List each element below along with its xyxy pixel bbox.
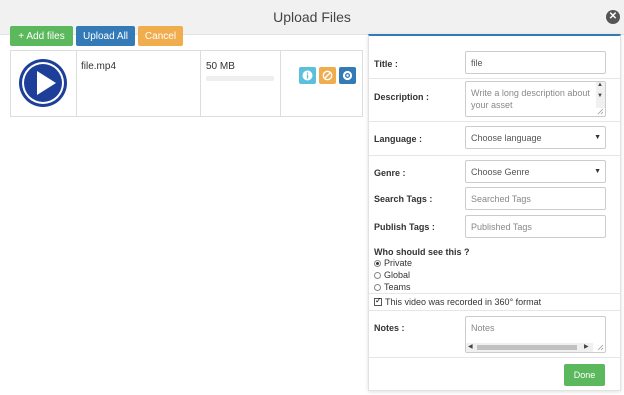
settings-button[interactable] (339, 67, 356, 84)
cancel-button[interactable]: Cancel (138, 26, 183, 46)
title-label: Title : (374, 59, 398, 69)
file-thumbnail (11, 51, 77, 116)
ban-icon (322, 70, 333, 81)
scroll-left-icon[interactable]: ◀ (468, 343, 473, 352)
upload-all-button[interactable]: Upload All (76, 26, 135, 46)
resize-grip-icon[interactable] (597, 108, 604, 115)
close-icon[interactable]: ✕ (606, 10, 620, 24)
visibility-title: Who should see this ? (374, 247, 470, 257)
done-button[interactable]: Done (564, 364, 605, 386)
disable-button[interactable] (319, 67, 336, 84)
notes-label: Notes : (374, 323, 405, 333)
info-icon (302, 70, 313, 81)
file-details-panel: Title : file Description : Write a long … (368, 34, 621, 391)
add-files-button[interactable]: + Add files (10, 26, 73, 46)
divider (369, 310, 620, 311)
file-name: file.mp4 (81, 61, 117, 72)
divider (369, 357, 620, 358)
divider (369, 121, 620, 122)
radio-checked-icon[interactable] (374, 260, 381, 267)
scrollbar-thumb[interactable] (477, 345, 577, 350)
file-actions (281, 51, 362, 116)
file-size-cell: 50 MB (201, 51, 281, 116)
scroll-up-icon[interactable]: ▲ (597, 82, 603, 88)
radio-unchecked-icon[interactable] (374, 272, 381, 279)
description-textarea[interactable]: Write a long description about your asse… (465, 81, 606, 117)
description-label: Description : (374, 92, 430, 102)
genre-label: Genre : (374, 168, 406, 178)
radio-teams[interactable]: Teams (374, 282, 411, 292)
modal-title: Upload Files (273, 9, 351, 25)
publish-tags-input[interactable]: Published Tags (465, 215, 606, 238)
file-size: 50 MB (206, 61, 235, 72)
file-row: file.mp4 50 MB (10, 50, 363, 117)
publish-tags-label: Publish Tags : (374, 222, 435, 232)
divider (369, 78, 620, 79)
play-circle-icon (19, 59, 67, 107)
resize-grip-icon[interactable] (597, 344, 604, 351)
chevron-down-icon: ▼ (594, 134, 601, 141)
scroll-right-icon[interactable]: ▶ (584, 343, 589, 352)
search-tags-input[interactable]: Searched Tags (465, 187, 606, 210)
info-button[interactable] (299, 67, 316, 84)
upload-progress-bar (206, 76, 274, 81)
language-select[interactable]: Choose language ▼ (465, 126, 606, 149)
description-scrollbar[interactable]: ▲ ▼ (596, 82, 605, 108)
scroll-down-icon[interactable]: ▼ (597, 93, 603, 99)
radio-unchecked-icon[interactable] (374, 284, 381, 291)
radio-global[interactable]: Global (374, 270, 410, 280)
genre-select[interactable]: Choose Genre ▼ (465, 160, 606, 183)
gear-icon (342, 70, 353, 81)
notes-textarea[interactable]: Notes ◀ ▶ (465, 316, 606, 353)
file-name-cell: file.mp4 (77, 51, 201, 116)
search-tags-label: Search Tags : (374, 194, 433, 204)
divider (369, 155, 620, 156)
title-input[interactable]: file (465, 51, 606, 74)
chevron-down-icon: ▼ (594, 168, 601, 175)
radio-private[interactable]: Private (374, 258, 412, 268)
360-format-checkbox[interactable]: This video was recorded in 360° format (374, 296, 541, 307)
checkbox-checked-icon[interactable] (374, 296, 382, 306)
notes-scrollbar[interactable]: ◀ ▶ (466, 343, 593, 352)
divider (369, 293, 620, 294)
language-label: Language : (374, 134, 423, 144)
